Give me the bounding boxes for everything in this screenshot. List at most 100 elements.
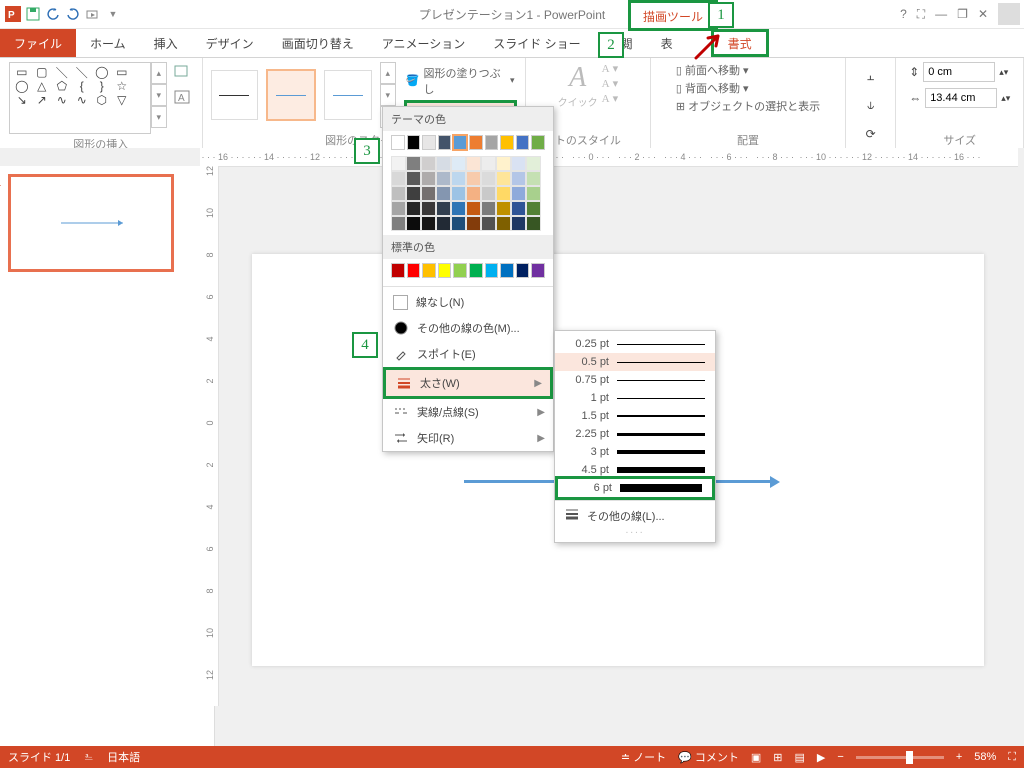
theme-shade-swatch[interactable] [436, 216, 451, 231]
theme-shade-swatch[interactable] [481, 216, 496, 231]
standard-color-swatch[interactable] [391, 263, 405, 278]
weight-item[interactable]: 太さ(W)▶ [386, 370, 550, 396]
theme-shade-swatch[interactable] [436, 186, 451, 201]
theme-color-swatch[interactable] [453, 135, 467, 150]
weight-option[interactable]: 0.75 pt [555, 371, 715, 389]
send-backward-button[interactable]: ▯ 背面へ移動 ▾ [676, 80, 820, 96]
tab-insert[interactable]: 挿入 [140, 29, 192, 57]
shapes-gallery[interactable]: ▭▢＼＼◯▭ ◯△⬠{}☆ ↘↗∿∿⬡▽ [9, 62, 151, 134]
theme-shade-swatch[interactable] [481, 171, 496, 186]
theme-color-swatch[interactable] [516, 135, 530, 150]
style-swatch-1[interactable] [211, 70, 259, 120]
theme-shade-swatch[interactable] [496, 171, 511, 186]
style-swatch-2[interactable] [266, 69, 316, 121]
zoom-in-icon[interactable]: + [956, 751, 962, 763]
slideshow-view-icon[interactable]: ▶ [817, 751, 825, 764]
spell-check-icon[interactable]: ⎁ [84, 751, 93, 764]
standard-color-swatch[interactable] [453, 263, 467, 278]
theme-shade-swatch[interactable] [466, 186, 481, 201]
weight-option[interactable]: 0.25 pt [555, 335, 715, 353]
comments-button[interactable]: 💬 コメント [678, 749, 739, 765]
theme-shade-swatch[interactable] [451, 156, 466, 171]
weight-option[interactable]: 0.5 pt [555, 353, 715, 371]
restore-icon[interactable]: ❐ [957, 7, 968, 21]
tab-animations[interactable]: アニメーション [368, 29, 480, 57]
text-outline-button[interactable]: A ▾ [602, 77, 619, 90]
text-effects-button[interactable]: A ▾ [602, 92, 619, 105]
theme-shade-swatch[interactable] [481, 186, 496, 201]
theme-shade-swatch[interactable] [421, 201, 436, 216]
more-lines-item[interactable]: その他の線(L)... [555, 504, 715, 527]
theme-shade-swatch[interactable] [466, 171, 481, 186]
fit-to-window-icon[interactable]: ⛶ [1008, 751, 1016, 764]
weight-option[interactable]: 6 pt [555, 476, 715, 500]
theme-shade-swatch[interactable] [526, 186, 541, 201]
theme-shade-swatch[interactable] [421, 171, 436, 186]
theme-shade-swatch[interactable] [391, 186, 406, 201]
minimize-icon[interactable]: — [935, 7, 947, 21]
weight-option[interactable]: 2.25 pt [555, 425, 715, 443]
reading-view-icon[interactable]: ▤ [795, 751, 805, 764]
slide-1-thumbnail[interactable]: 1 [8, 174, 174, 272]
slide-sorter-view-icon[interactable]: ⊞ [773, 751, 782, 764]
tab-slideshow[interactable]: スライド ショー [479, 29, 594, 57]
tab-transitions[interactable]: 画面切り替え [268, 29, 368, 57]
standard-color-swatch[interactable] [469, 263, 483, 278]
shapes-scroll-down[interactable]: ▾ [151, 84, 167, 106]
styles-scroll-up[interactable]: ▴ [380, 62, 396, 84]
theme-shade-swatch[interactable] [496, 156, 511, 171]
rotate-icon[interactable]: ⟳ [866, 127, 876, 141]
theme-shade-swatch[interactable] [436, 171, 451, 186]
edit-shape-icon[interactable] [173, 62, 191, 83]
theme-shade-swatch[interactable] [406, 171, 421, 186]
shapes-scroll-up[interactable]: ▴ [151, 62, 167, 84]
theme-shade-swatch[interactable] [391, 201, 406, 216]
theme-shade-swatch[interactable] [406, 201, 421, 216]
standard-color-swatch[interactable] [531, 263, 545, 278]
theme-shade-swatch[interactable] [511, 171, 526, 186]
theme-shade-swatch[interactable] [406, 156, 421, 171]
theme-color-swatch[interactable] [438, 135, 452, 150]
wordart-quick-styles-icon[interactable]: A [558, 62, 598, 94]
theme-shade-swatch[interactable] [511, 216, 526, 231]
redo-icon[interactable] [64, 5, 82, 23]
theme-shade-swatch[interactable] [451, 171, 466, 186]
theme-color-swatch[interactable] [500, 135, 514, 150]
notes-button[interactable]: ≐ ノート [621, 749, 666, 765]
theme-shade-swatch[interactable] [406, 186, 421, 201]
theme-shade-swatch[interactable] [451, 186, 466, 201]
theme-color-swatch[interactable] [531, 135, 545, 150]
theme-shade-swatch[interactable] [391, 156, 406, 171]
theme-shade-swatch[interactable] [511, 201, 526, 216]
bring-forward-button[interactable]: ▯ 前面へ移動 ▾ [676, 62, 820, 78]
tab-view[interactable]: 表 [647, 29, 687, 57]
theme-shade-swatch[interactable] [436, 201, 451, 216]
text-fill-button[interactable]: A ▾ [602, 62, 619, 75]
theme-shade-swatch[interactable] [436, 156, 451, 171]
start-from-beginning-icon[interactable] [84, 5, 102, 23]
tab-file[interactable]: ファイル [0, 29, 76, 57]
help-icon[interactable]: ? [900, 7, 907, 21]
shape-fill-button[interactable]: 🪣図形の塗りつぶし▾ [404, 64, 517, 98]
shape-width-input[interactable] [925, 88, 997, 108]
standard-color-swatch[interactable] [516, 263, 530, 278]
slide-counter[interactable]: スライド 1/1 [8, 749, 70, 765]
standard-color-swatch[interactable] [485, 263, 499, 278]
text-box-icon[interactable]: A [173, 89, 191, 110]
dashes-item[interactable]: 実線/点線(S)▶ [383, 399, 553, 425]
theme-shade-swatch[interactable] [421, 156, 436, 171]
theme-shade-swatch[interactable] [421, 216, 436, 231]
theme-shade-swatch[interactable] [526, 156, 541, 171]
zoom-slider[interactable] [856, 756, 944, 759]
theme-shade-swatch[interactable] [466, 156, 481, 171]
standard-color-swatch[interactable] [438, 263, 452, 278]
theme-shade-swatch[interactable] [421, 186, 436, 201]
theme-shade-swatch[interactable] [406, 216, 421, 231]
undo-icon[interactable] [44, 5, 62, 23]
language-indicator[interactable]: 日本語 [107, 749, 140, 765]
shapes-more[interactable]: ▾ [151, 106, 167, 128]
theme-shade-swatch[interactable] [466, 216, 481, 231]
tab-design[interactable]: デザイン [192, 29, 268, 57]
zoom-level[interactable]: 58% [974, 751, 996, 763]
group-icon[interactable]: ⫝ [867, 98, 874, 113]
